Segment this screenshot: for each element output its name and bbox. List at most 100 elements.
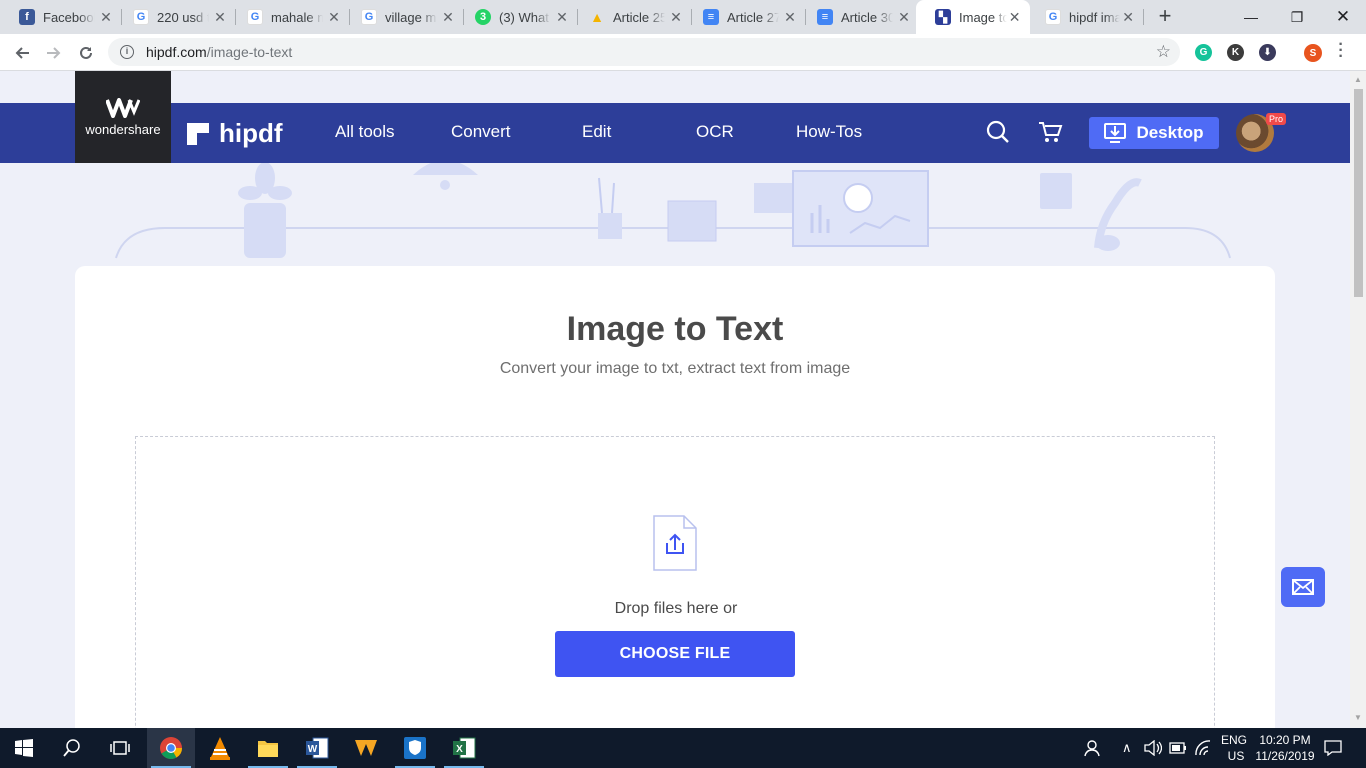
k-extension-icon[interactable]: K bbox=[1227, 44, 1244, 61]
hipdf-logo[interactable]: hipdf bbox=[187, 118, 283, 149]
facebook-icon: f bbox=[19, 9, 35, 25]
header-illustration bbox=[115, 163, 1231, 259]
info-icon[interactable]: i bbox=[120, 45, 134, 59]
network-icon[interactable] bbox=[1194, 728, 1212, 768]
close-tab-icon[interactable]: ✕ bbox=[98, 9, 114, 26]
language-text: ENG bbox=[1220, 733, 1247, 747]
reload-icon[interactable] bbox=[73, 40, 99, 66]
volume-icon[interactable] bbox=[1144, 728, 1162, 768]
browser-tab[interactable]: 3 (3) What ✕ bbox=[456, 0, 578, 34]
browser-tab[interactable]: ≡ Article 30 ✕ bbox=[798, 0, 920, 34]
web-page: wondershare hipdf All tools Convert Edit… bbox=[0, 71, 1350, 728]
browser-tab[interactable]: ≡ Article 27 ✕ bbox=[684, 0, 806, 34]
minimize-icon[interactable]: — bbox=[1228, 0, 1274, 34]
close-tab-icon[interactable]: ✕ bbox=[782, 9, 798, 26]
profile-icon[interactable]: S bbox=[1304, 44, 1322, 62]
excel-icon[interactable]: X bbox=[440, 728, 488, 768]
nav-convert[interactable]: Convert bbox=[451, 122, 511, 142]
page-title: Image to Text bbox=[566, 310, 784, 348]
chevron-up-icon[interactable]: ∧ bbox=[1122, 728, 1132, 768]
browser-tab-active[interactable]: ▚ Image to ✕ bbox=[916, 0, 1030, 34]
new-tab-icon[interactable]: + bbox=[1153, 4, 1177, 28]
close-tab-icon[interactable]: ✕ bbox=[896, 9, 912, 26]
google-icon: G bbox=[133, 9, 149, 25]
close-tab-icon[interactable]: ✕ bbox=[668, 9, 684, 26]
clock-time: 10:20 PM bbox=[1259, 733, 1311, 747]
address-bar[interactable]: i hipdf.com/image-to-text ☆ bbox=[108, 38, 1180, 66]
vlc-icon[interactable] bbox=[196, 728, 244, 768]
search-taskbar-icon[interactable] bbox=[48, 728, 96, 768]
people-icon[interactable] bbox=[1084, 728, 1102, 768]
close-tab-icon[interactable]: ✕ bbox=[326, 9, 342, 26]
feedback-button[interactable] bbox=[1281, 567, 1325, 607]
close-tab-icon[interactable]: ✕ bbox=[212, 9, 228, 26]
close-tab-icon[interactable]: ✕ bbox=[440, 9, 456, 26]
forward-icon[interactable] bbox=[41, 40, 67, 66]
google-drive-icon: ▲ bbox=[590, 9, 604, 25]
close-tab-icon[interactable]: ✕ bbox=[1007, 9, 1022, 26]
downloader-icon[interactable]: ⬇ bbox=[1259, 44, 1276, 61]
url-path: /image-to-text bbox=[206, 44, 293, 60]
google-icon: G bbox=[361, 9, 377, 25]
google-docs-icon: ≡ bbox=[817, 9, 833, 25]
bookmark-star-icon[interactable]: ☆ bbox=[1156, 42, 1171, 62]
nav-all-tools[interactable]: All tools bbox=[335, 122, 395, 142]
restore-icon[interactable]: ❐ bbox=[1274, 0, 1320, 34]
battery-icon[interactable] bbox=[1169, 728, 1187, 768]
notifications-icon[interactable] bbox=[1324, 728, 1342, 768]
chrome-icon[interactable] bbox=[147, 728, 195, 768]
url-host: hipdf.com bbox=[146, 44, 207, 60]
upload-file-icon bbox=[653, 515, 697, 571]
browser-toolbar: i hipdf.com/image-to-text ☆ G K ⬇ S · · · bbox=[0, 34, 1366, 71]
browser-tab[interactable]: G 220 usd t ✕ bbox=[114, 0, 236, 34]
tab-title: Article 27 bbox=[727, 9, 779, 25]
browser-tab[interactable]: ▲ Article 25 ✕ bbox=[570, 0, 692, 34]
nav-ocr[interactable]: OCR bbox=[696, 122, 734, 142]
menu-icon[interactable]: · · · bbox=[1336, 37, 1346, 65]
search-icon[interactable] bbox=[985, 119, 1011, 145]
tab-strip: f Facebook ✕ G 220 usd t ✕ G mahale m ✕ … bbox=[0, 0, 1366, 34]
browser-tab[interactable]: G mahale m ✕ bbox=[228, 0, 350, 34]
tab-title: Article 25 bbox=[613, 9, 665, 25]
desktop-label: Desktop bbox=[1136, 123, 1204, 142]
nav-edit[interactable]: Edit bbox=[582, 122, 611, 142]
back-icon[interactable] bbox=[9, 40, 35, 66]
word-icon[interactable]: W bbox=[293, 728, 341, 768]
tab-title: Article 30 bbox=[841, 9, 893, 25]
close-tab-icon[interactable]: ✕ bbox=[1120, 9, 1136, 26]
scroll-up-icon[interactable]: ▲ bbox=[1354, 75, 1362, 84]
windows-taskbar: W X ∧ ENG US 10:20 PM 11/26/2019 bbox=[0, 728, 1366, 768]
grammarly-icon[interactable]: G bbox=[1195, 44, 1212, 61]
scroll-down-icon[interactable]: ▼ bbox=[1354, 713, 1362, 722]
wondershare-logo[interactable]: wondershare bbox=[75, 71, 171, 163]
tab-title: mahale m bbox=[271, 9, 323, 25]
cart-icon[interactable] bbox=[1037, 119, 1063, 145]
file-explorer-icon[interactable] bbox=[244, 728, 292, 768]
close-window-icon[interactable]: ✕ bbox=[1320, 0, 1366, 34]
page-scrollbar[interactable]: ▲ ▼ bbox=[1350, 71, 1366, 728]
browser-tab[interactable]: f Facebook ✕ bbox=[0, 0, 122, 34]
drop-files-text: Drop files here or bbox=[614, 600, 738, 617]
windows-start-icon[interactable] bbox=[0, 728, 48, 768]
wps-icon[interactable] bbox=[342, 728, 390, 768]
browser-tab[interactable]: G hipdf ima ✕ bbox=[1026, 0, 1144, 34]
browser-tab[interactable]: G village m ✕ bbox=[342, 0, 464, 34]
clock[interactable]: 10:20 PM 11/26/2019 bbox=[1250, 728, 1320, 768]
mail-icon bbox=[1292, 579, 1314, 595]
tab-title: Image to bbox=[959, 9, 1008, 25]
tab-title: hipdf ima bbox=[1069, 9, 1121, 25]
scrollbar-thumb[interactable] bbox=[1354, 89, 1363, 297]
close-tab-icon[interactable]: ✕ bbox=[554, 9, 570, 26]
file-dropzone[interactable]: Drop files here or CHOOSE FILE bbox=[135, 436, 1215, 728]
security-icon[interactable] bbox=[391, 728, 439, 768]
tab-title: (3) What bbox=[499, 9, 549, 25]
hipdf-logo-text: hipdf bbox=[219, 118, 283, 148]
desktop-button[interactable]: Desktop bbox=[1089, 117, 1219, 149]
choose-file-button[interactable]: CHOOSE FILE bbox=[555, 631, 795, 677]
task-view-icon[interactable] bbox=[96, 728, 144, 768]
region-text: US bbox=[1227, 749, 1245, 763]
pro-badge: Pro bbox=[1266, 113, 1287, 125]
nav-how-tos[interactable]: How-Tos bbox=[796, 122, 862, 142]
language-indicator[interactable]: ENG US bbox=[1218, 728, 1250, 768]
svg-text:W: W bbox=[308, 744, 318, 755]
